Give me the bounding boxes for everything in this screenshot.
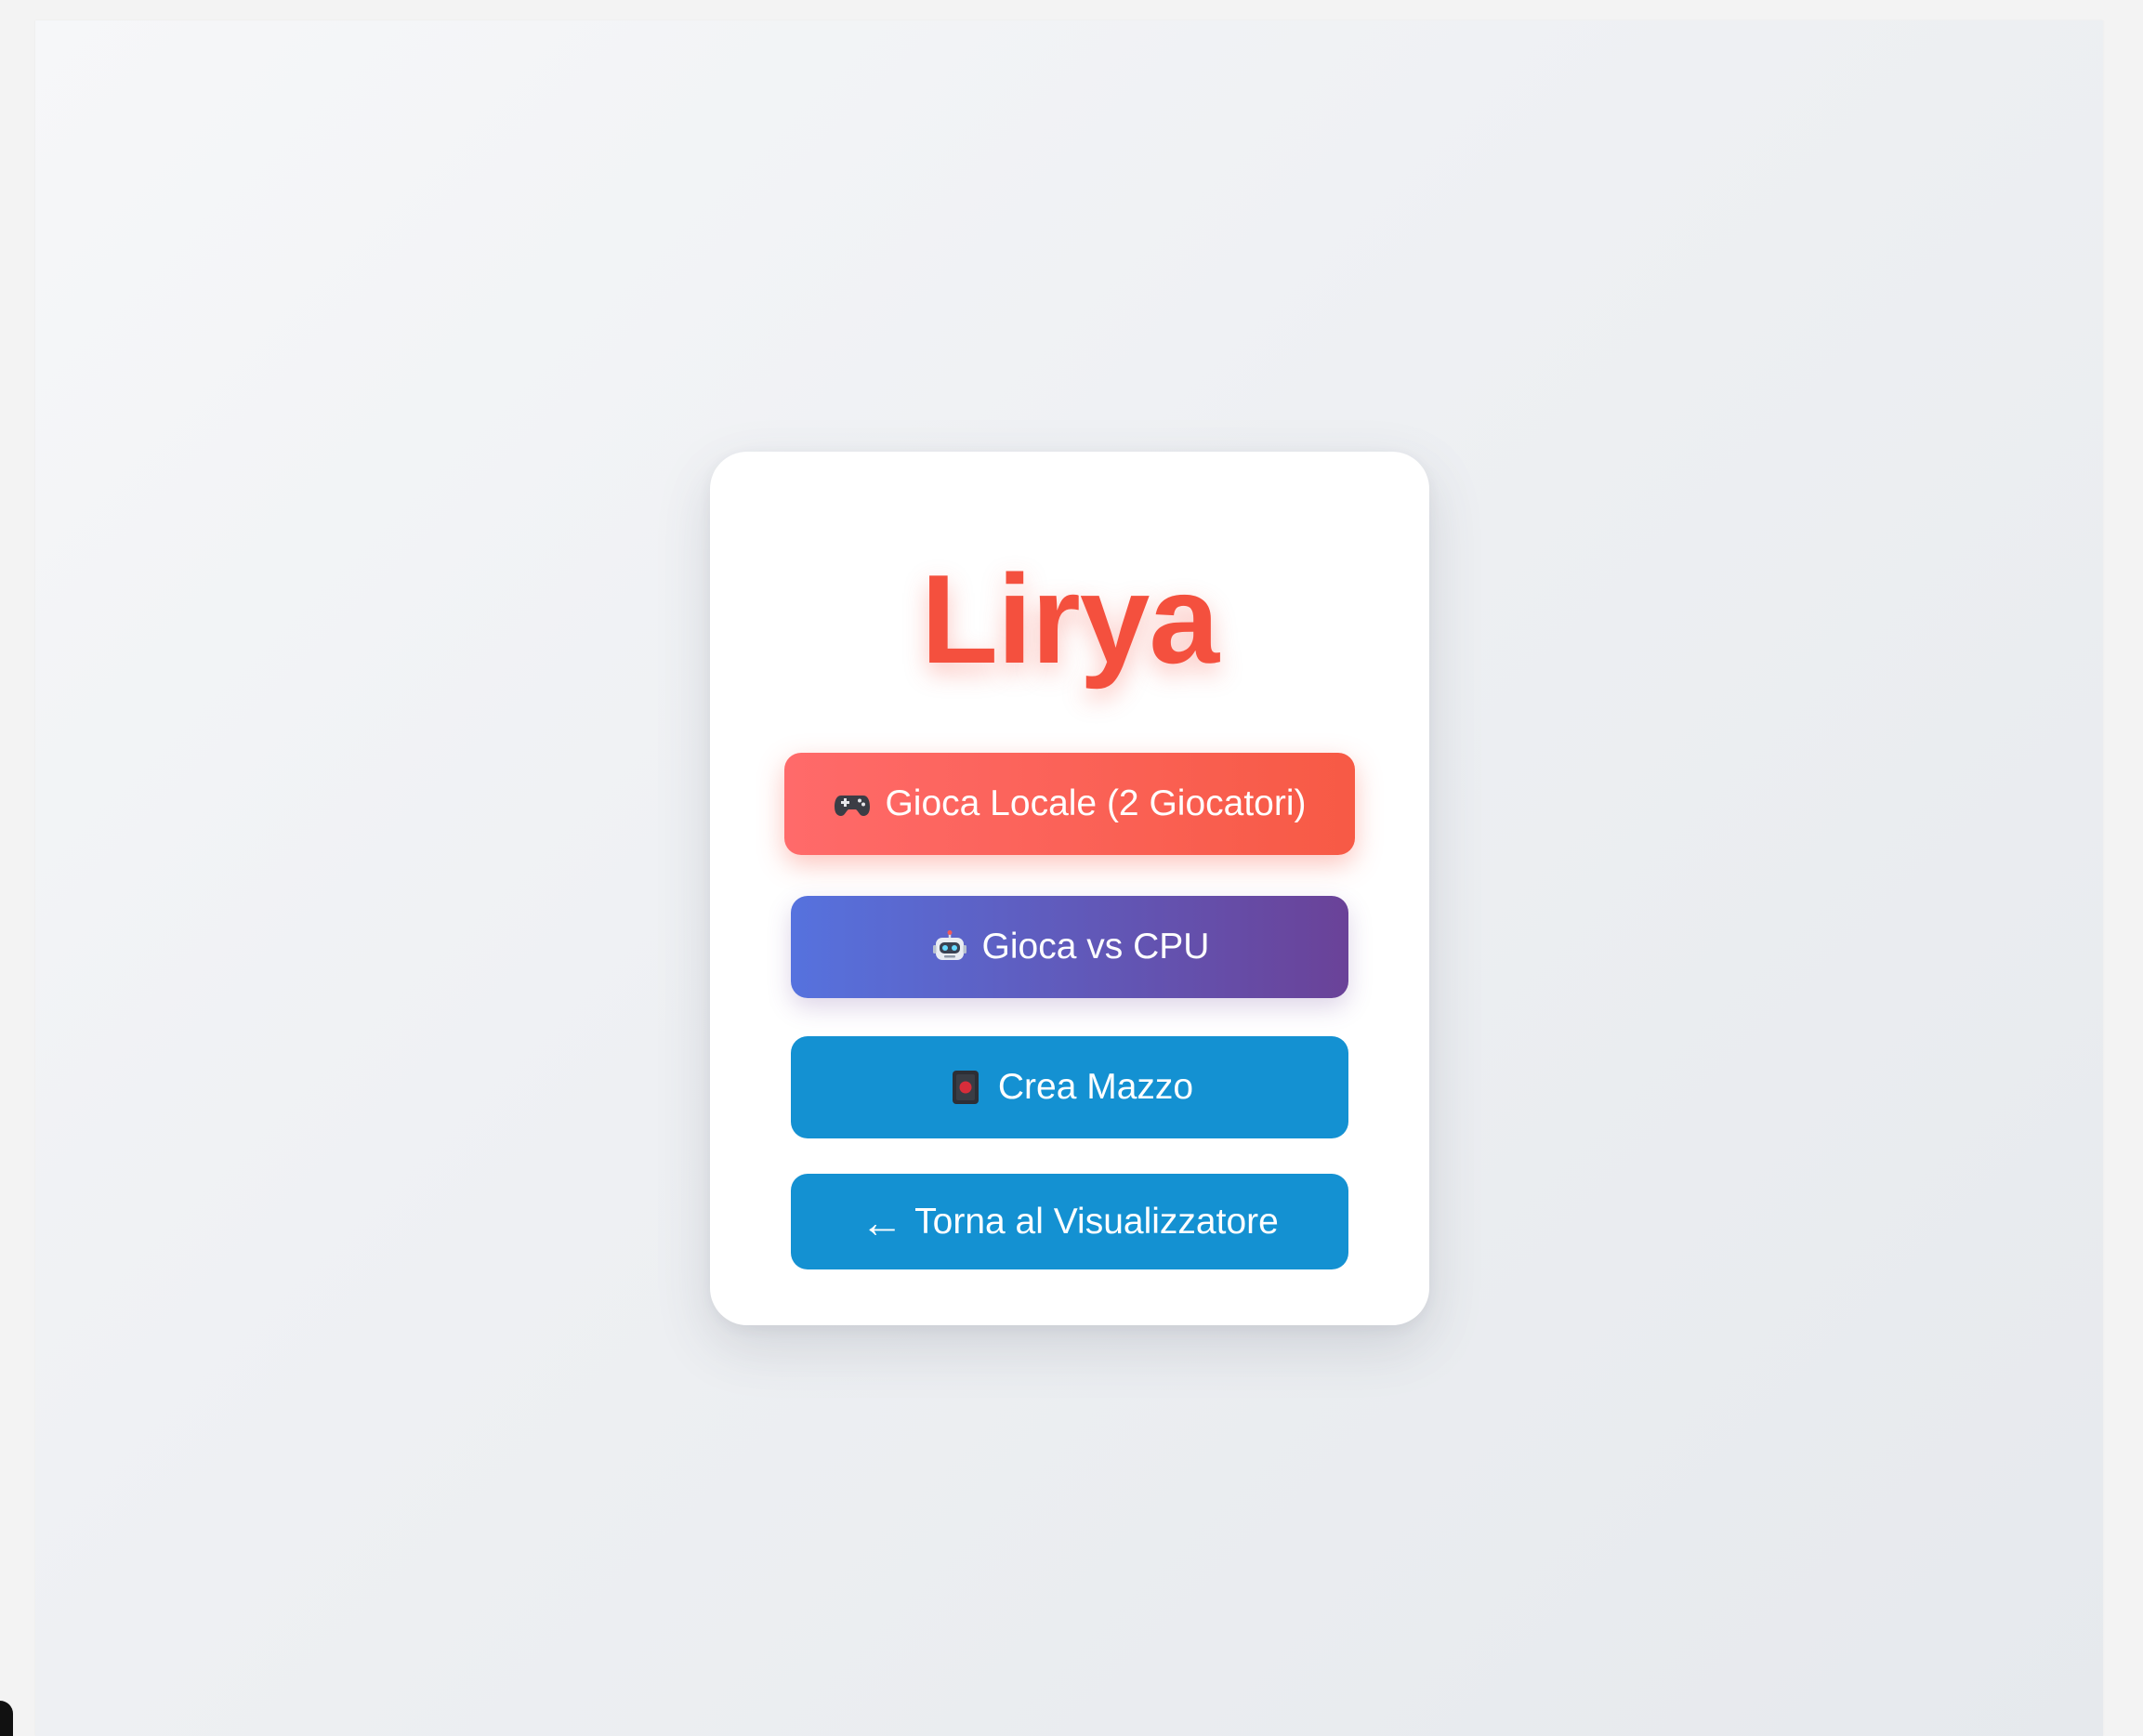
back-to-viewer-button[interactable]: ← Torna al Visualizzatore xyxy=(791,1174,1348,1269)
arrow-left-icon: ← xyxy=(861,1197,904,1246)
app-viewport: Lirya Gioca Locale (2 Giocatori) Gioca v… xyxy=(35,20,2103,1736)
app-title: Lirya xyxy=(920,548,1219,690)
card-icon xyxy=(946,1068,985,1107)
create-deck-button[interactable]: Crea Mazzo xyxy=(791,1036,1348,1138)
play-cpu-button[interactable]: Gioca vs CPU xyxy=(791,896,1348,998)
play-cpu-label: Gioca vs CPU xyxy=(981,927,1210,967)
play-local-label: Gioca Locale (2 Giocatori) xyxy=(885,783,1307,823)
play-local-button[interactable]: Gioca Locale (2 Giocatori) xyxy=(784,753,1355,855)
window-corner xyxy=(0,1701,13,1736)
back-to-viewer-label: Torna al Visualizzatore xyxy=(914,1201,1279,1242)
gamepad-icon xyxy=(833,784,872,823)
main-menu-card: Lirya Gioca Locale (2 Giocatori) Gioca v… xyxy=(710,452,1429,1325)
robot-icon xyxy=(930,927,969,967)
create-deck-label: Crea Mazzo xyxy=(997,1067,1194,1107)
